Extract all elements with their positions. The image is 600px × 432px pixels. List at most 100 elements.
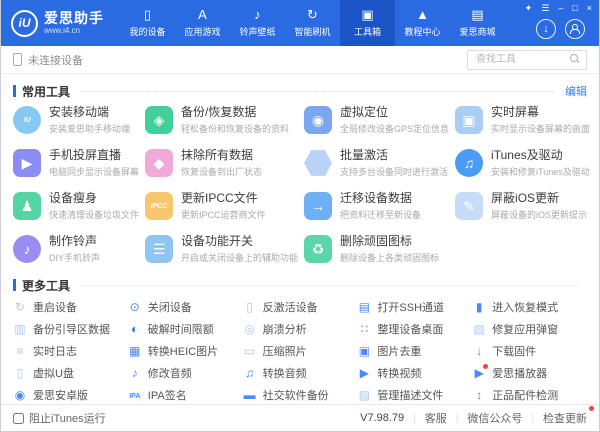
more-tool-enter-recovery[interactable]: ▮ 进入恢复模式 [472,300,587,314]
tool-title: 制作铃声 [49,234,98,248]
more-tool-label: 破解时间限额 [147,324,214,336]
tool-card-remove-stubborn-icons[interactable]: ♻ 删除顽固图标 删除设备上各类顽固图标 [304,235,449,267]
notification-dot [589,406,594,411]
compress-photos-icon: ▭ [243,344,256,358]
appstore-icon: A [198,7,207,22]
tool-card-device-slim[interactable]: ♟ 设备瘦身 快速清理设备垃圾文件 [13,192,139,224]
nav-item-tutorial-center[interactable]: ▲ 教程中心 [395,0,450,46]
more-tool-convert-video[interactable]: ▶ 转换视频 [357,366,472,380]
tool-card-install-mobile[interactable]: iU 安装移动端 安装爱思助手移动端 [13,106,139,138]
tool-title: 设备功能开关 [181,234,254,248]
tool-card-itunes-driver[interactable]: ♫ iTunes及驱动 安装和修复iTunes及驱动 [455,149,590,181]
edit-link[interactable]: 编辑 [565,83,587,99]
block-itunes-checkbox[interactable] [13,412,24,424]
footer-right: V7.98.79 | 客服 | 微信公众号 | 检查更新 [360,406,594,426]
more-tool-convert-audio[interactable]: ♫ 转换音频 [243,366,358,380]
fix-app-popup-icon: ▧ [473,322,485,336]
nav-item-smart-flash[interactable]: ↻ 智能刷机 [285,0,340,46]
nav-label-ringtones-wallpapers: 铃声壁纸 [239,27,276,37]
more-tool-shutdown-device[interactable]: ⊙ 关闭设备 [128,300,243,314]
convert-video-icon: ▶ [359,366,369,380]
tool-card-text: 迁移设备数据 把资料迁移至新设备 [340,192,421,221]
enter-recovery-icon: ▮ [475,300,483,314]
tool-card-make-ringtone[interactable]: ♪ 制作铃声 DIY手机铃声 [13,235,139,267]
footer-separator: | [455,412,459,424]
tool-card-text: 抹除所有数据 恢复设备到出厂状态 [181,149,262,178]
tool-title: 设备瘦身 [49,191,98,205]
tool-card-screen-mirror-live[interactable]: ▶ 手机投屏直播 电脑同步显示设备屏幕 [13,149,139,181]
tool-card-update-ipcc[interactable]: IPCC 更新IPCC文件 更新IPCC运营商文件 [145,192,298,224]
dotted-divider [80,284,577,286]
make-ringtone-icon: ♪ [13,235,41,263]
more-tool-deactivate-device[interactable]: ▯ 反激活设备 [243,300,358,314]
nav-item-my-devices[interactable]: ▯ 我的设备 [120,0,175,46]
tool-card-erase-all-data[interactable]: ◆ 抹除所有数据 恢复设备到出厂状态 [145,149,298,181]
erase-all-data-icon: ◆ [145,149,174,177]
more-tool-restart-device[interactable]: ↻ 重启设备 [13,300,128,314]
more-tool-convert-heic[interactable]: ▦ 转换HEIC图片 [128,344,243,358]
tool-card-text: 虚拟定位 全局修改设备GPS定位信息 [340,106,449,135]
footer-link-check-update[interactable]: 检查更新 [543,406,594,426]
menu-icon[interactable]: ☰ [541,3,549,13]
more-tool-fix-app-popup[interactable]: ▧ 修复应用弹窗 [472,322,587,336]
nav-label-smart-flash: 智能刷机 [294,27,331,37]
tool-card-device-switches[interactable]: ☰ 设备功能开关 开启或关闭设备上的辅助功能 [145,235,298,267]
more-tool-label: 管理描述文件 [377,390,444,402]
tool-card-text: 设备功能开关 开启或关闭设备上的辅助功能 [181,235,298,264]
footer-link-wechat-official[interactable]: 微信公众号 [467,410,522,426]
tool-card-batch-activate[interactable]: 批量激活 支持多台设备同时进行激活 [304,149,449,181]
dotted-divider [80,90,555,92]
more-tool-i4-player[interactable]: ▶ 爱思播放器 [472,364,587,380]
more-tool-virtual-usb[interactable]: ▯ 虚拟U盘 [13,366,128,380]
more-tool-bypass-time-limit[interactable]: ◐ 破解时间限额 [128,322,243,336]
nav-item-toolbox[interactable]: ▣ 工具箱 [340,0,395,46]
more-tool-accessory-check[interactable]: ↕ 正品配件检测 [472,388,587,402]
more-tool-compress-photos[interactable]: ▭ 压缩照片 [243,344,358,358]
tool-card-text: 安装移动端 安装爱思助手移动端 [49,106,130,135]
window-controls: ✦ ☰ – □ × [525,3,592,13]
more-tool-i4-android[interactable]: ◉ 爱思安卓版 [13,388,128,402]
account-button[interactable] [565,19,585,39]
batch-activate-icon [304,150,333,176]
tool-desc: 轻松备份和恢复设备的资料 [181,124,290,134]
more-tool-download-firmware[interactable]: ↓ 下载固件 [472,344,587,358]
more-tool-image-dedupe[interactable]: ▣ 图片去重 [357,344,472,358]
download-manager-button[interactable]: ↓ [536,19,556,39]
search-icon[interactable] [570,54,578,63]
tool-card-text: 实时屏幕 实时显示设备屏幕的画面 [491,106,590,135]
tool-desc: 实时显示设备屏幕的画面 [491,124,591,134]
more-tool-backup-boot-data[interactable]: ▥ 备份引导区数据 [13,322,128,336]
more-tool-realtime-log[interactable]: ≡ 实时日志 [13,344,128,358]
more-tool-arrange-desktop[interactable]: ∷ 整理设备桌面 [357,322,472,336]
nav-item-app-games[interactable]: A 应用游戏 [175,0,230,46]
tool-desc: 安装爱思助手移动端 [49,124,131,134]
more-tool-ipa-sign[interactable]: IPA IPA签名 [128,388,243,402]
more-tool-crash-analysis[interactable]: ◎ 崩溃分析 [243,322,358,336]
tool-card-migrate-data[interactable]: → 迁移设备数据 把资料迁移至新设备 [304,192,449,224]
more-tool-social-backup[interactable]: ▬ 社交软件备份 [243,388,358,402]
search-input[interactable] [467,49,587,70]
tool-card-text: 更新IPCC文件 更新IPCC运营商文件 [181,192,266,221]
more-tool-edit-audio[interactable]: ♪ 修改音频 [128,366,243,380]
minimize-icon[interactable]: – [558,3,563,13]
more-tool-open-ssh[interactable]: ▤ 打开SSH通道 [357,300,472,314]
footer-link-support[interactable]: 客服 [425,410,447,426]
tool-card-block-ios-update[interactable]: ✎ 屏蔽iOS更新 屏蔽设备的iOS更新提示 [455,192,590,224]
tool-card-virtual-location[interactable]: ◉ 虚拟定位 全局修改设备GPS定位信息 [304,106,449,138]
install-mobile-icon: iU [13,106,41,134]
more-tool-label: 修复应用弹窗 [492,324,559,336]
close-icon[interactable]: × [587,3,592,13]
open-ssh-icon: ▤ [358,300,371,314]
tool-card-realtime-screen[interactable]: ▣ 实时屏幕 实时显示设备屏幕的画面 [455,106,590,138]
tool-desc: 更新IPCC运营商文件 [181,210,266,220]
tool-card-text: 备份/恢复数据 轻松备份和恢复设备的资料 [181,106,289,135]
device-switches-icon: ☰ [145,235,174,263]
crash-analysis-icon: ◎ [244,322,255,336]
more-tool-label: 正品配件检测 [492,390,559,402]
maximize-icon[interactable]: □ [572,3,577,13]
nav-item-i4-store[interactable]: ▤ 爱思商城 [450,0,505,46]
tool-card-backup-restore[interactable]: ◈ 备份/恢复数据 轻松备份和恢复设备的资料 [145,106,298,138]
nav-item-ringtones-wallpapers[interactable]: ♪ 铃声壁纸 [230,0,285,46]
more-tool-manage-profiles[interactable]: ▨ 管理描述文件 [357,388,472,402]
skin-icon[interactable]: ✦ [525,3,533,13]
